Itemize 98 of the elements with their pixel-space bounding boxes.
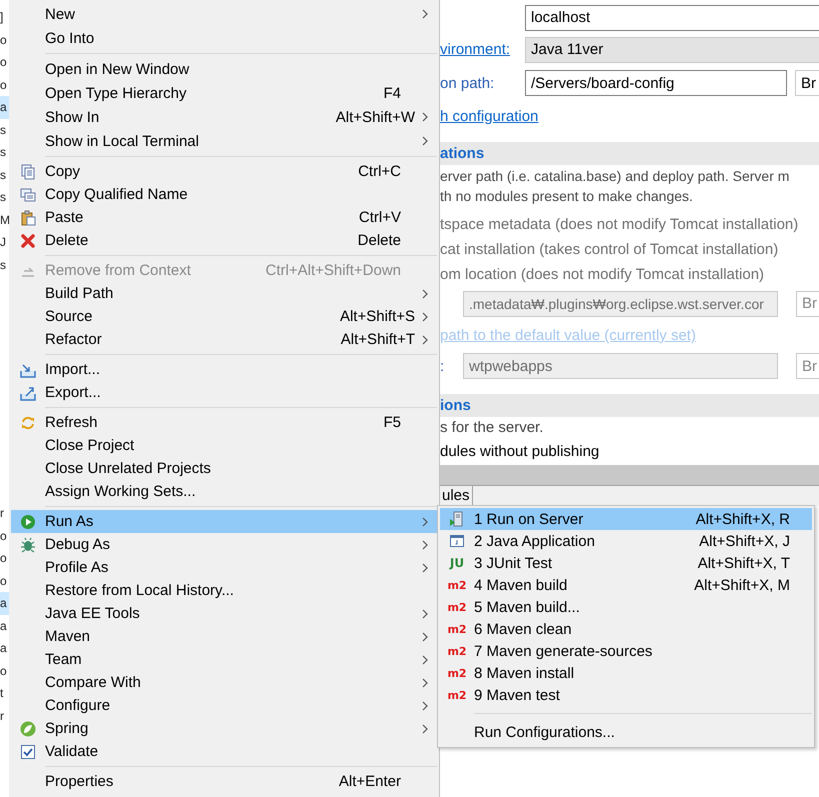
menu-item[interactable]: Validate bbox=[11, 740, 437, 763]
section-title: ions bbox=[440, 397, 471, 414]
badge-icon: m2 bbox=[447, 644, 467, 658]
menu-item[interactable]: Refresh F5 bbox=[11, 411, 437, 434]
export-icon bbox=[20, 384, 36, 400]
run-icon bbox=[20, 514, 36, 530]
menu-item[interactable]: Build Path bbox=[11, 282, 437, 305]
tree-item[interactable]: s bbox=[0, 186, 9, 208]
tree-item[interactable]: o bbox=[0, 51, 9, 74]
list-item[interactable]: o bbox=[0, 570, 9, 592]
menu-item[interactable]: Profile As bbox=[11, 556, 437, 579]
field-label: : bbox=[440, 358, 446, 375]
list-item[interactable]: r bbox=[0, 502, 9, 524]
menu-item[interactable]: Team bbox=[11, 648, 437, 671]
menu-item[interactable]: Spring bbox=[11, 717, 437, 740]
list-item[interactable]: r bbox=[0, 704, 9, 727]
tree-item[interactable]: M bbox=[0, 208, 9, 231]
splitter-bar[interactable] bbox=[440, 465, 819, 485]
menu-item[interactable]: Debug As bbox=[11, 533, 437, 556]
runtime-field[interactable]: Java 11ver bbox=[525, 36, 819, 63]
menu-item[interactable]: Refactor Alt+Shift+T bbox=[11, 328, 437, 351]
badge-icon: m2 bbox=[447, 666, 467, 680]
badge-icon: JU bbox=[450, 556, 464, 570]
menu-item[interactable]: m2 7 Maven generate-sources bbox=[440, 640, 812, 662]
tree-item[interactable]: o bbox=[0, 28, 9, 51]
host-name-field[interactable]: localhost bbox=[525, 4, 819, 31]
menu-item[interactable]: Export... bbox=[11, 381, 437, 404]
description-text: s for the server. bbox=[440, 418, 544, 438]
menu-item[interactable]: Maven bbox=[11, 625, 437, 648]
menu-item[interactable]: Run Configurations... bbox=[440, 721, 812, 743]
badge-icon: m2 bbox=[447, 622, 467, 636]
menu-item[interactable]: Configure bbox=[11, 694, 437, 717]
bug-icon bbox=[20, 536, 36, 552]
description-text: erver path (i.e. catalina.base) and deploy path. Server m bbox=[440, 166, 790, 186]
tree-item[interactable]: s bbox=[0, 254, 9, 276]
list-item[interactable]: o bbox=[0, 660, 9, 682]
delete-icon bbox=[20, 232, 36, 248]
menu-item[interactable]: Open in New Window bbox=[11, 57, 437, 81]
runtime-link[interactable]: vironment: bbox=[440, 41, 510, 58]
tree-item[interactable]: o bbox=[0, 74, 9, 96]
list-item[interactable]: o bbox=[0, 547, 9, 570]
list-item[interactable]: a bbox=[0, 592, 9, 614]
config-path-field[interactable]: /Servers/board-config bbox=[525, 70, 787, 96]
field-label: on path: bbox=[440, 74, 496, 92]
menu-item[interactable]: Go Into bbox=[11, 26, 437, 50]
list-item[interactable]: a bbox=[0, 637, 9, 660]
menu-item[interactable]: JU 3 JUnit Test Alt+Shift+X, T bbox=[440, 552, 812, 574]
menu-item[interactable]: 1 Run on Server Alt+Shift+X, R bbox=[440, 508, 812, 530]
menu-item[interactable]: m2 8 Maven install bbox=[440, 662, 812, 684]
description-text: th no modules present to make changes. bbox=[440, 186, 694, 206]
menu-item[interactable]: Source Alt+Shift+S bbox=[11, 305, 437, 328]
menu-item[interactable]: Open Type Hierarchy F4 bbox=[11, 81, 437, 105]
menu-item[interactable]: New bbox=[11, 2, 437, 26]
menu-item[interactable]: Show In Alt+Shift+W bbox=[11, 105, 437, 129]
tree-item[interactable]: s bbox=[0, 118, 9, 141]
menu-item[interactable]: Close Project bbox=[11, 434, 437, 457]
browse-button[interactable]: Br bbox=[795, 70, 819, 96]
menu-item[interactable]: Run As bbox=[11, 510, 437, 533]
switch-location-link[interactable]: h configuration bbox=[440, 108, 538, 125]
menu-item[interactable]: Delete Delete bbox=[11, 229, 437, 252]
tree-item[interactable]: s bbox=[0, 141, 9, 164]
badge-icon: m2 bbox=[447, 688, 467, 702]
menu-item[interactable]: m2 5 Maven build... bbox=[440, 596, 812, 618]
option-label: dules without publishing bbox=[440, 442, 600, 462]
copy-icon bbox=[20, 164, 36, 180]
menu-item[interactable]: Close Unrelated Projects bbox=[11, 457, 437, 480]
tree-item[interactable]: a bbox=[0, 96, 9, 118]
checkbox-icon bbox=[20, 744, 36, 760]
menu-item[interactable]: m2 4 Maven build Alt+Shift+X, M bbox=[440, 574, 812, 596]
menu-item[interactable]: Java EE Tools bbox=[11, 602, 437, 625]
tree-item[interactable]: J bbox=[0, 231, 9, 254]
window-icon bbox=[449, 533, 465, 549]
menu-item[interactable]: Copy Ctrl+C bbox=[11, 160, 437, 183]
import-icon bbox=[20, 362, 36, 378]
menu-item[interactable]: m2 9 Maven test bbox=[440, 684, 812, 706]
leaf-icon bbox=[20, 720, 36, 736]
server-icon bbox=[449, 511, 465, 527]
menu-item[interactable]: m2 6 Maven clean bbox=[440, 618, 812, 640]
list-item[interactable]: a bbox=[0, 614, 9, 637]
list-item[interactable]: t bbox=[0, 682, 9, 704]
menu-item[interactable]: 2 Java Application Alt+Shift+X, J bbox=[440, 530, 812, 552]
tree-item[interactable]: s bbox=[0, 164, 9, 186]
menu-item[interactable]: Show in Local Terminal bbox=[11, 129, 437, 153]
paste-icon bbox=[20, 210, 36, 226]
refresh-icon bbox=[20, 414, 36, 430]
menu-item[interactable]: Copy Qualified Name bbox=[11, 183, 437, 206]
menu-item[interactable]: Restore from Local History... bbox=[11, 579, 437, 602]
tree-item[interactable]: ] bbox=[0, 6, 9, 28]
menu-item[interactable]: Paste Ctrl+V bbox=[11, 206, 437, 229]
menu-item[interactable]: Compare With bbox=[11, 671, 437, 694]
list-item[interactable]: o bbox=[0, 524, 9, 547]
menu-item[interactable]: Assign Working Sets... bbox=[11, 480, 437, 503]
copy-icon bbox=[20, 186, 36, 202]
section-title: ations bbox=[440, 144, 484, 162]
menu-item[interactable]: Import... bbox=[11, 358, 437, 381]
badge-icon: m2 bbox=[447, 600, 467, 614]
menu-item[interactable]: Properties Alt+Enter bbox=[11, 770, 437, 793]
badge-icon: m2 bbox=[447, 578, 467, 592]
